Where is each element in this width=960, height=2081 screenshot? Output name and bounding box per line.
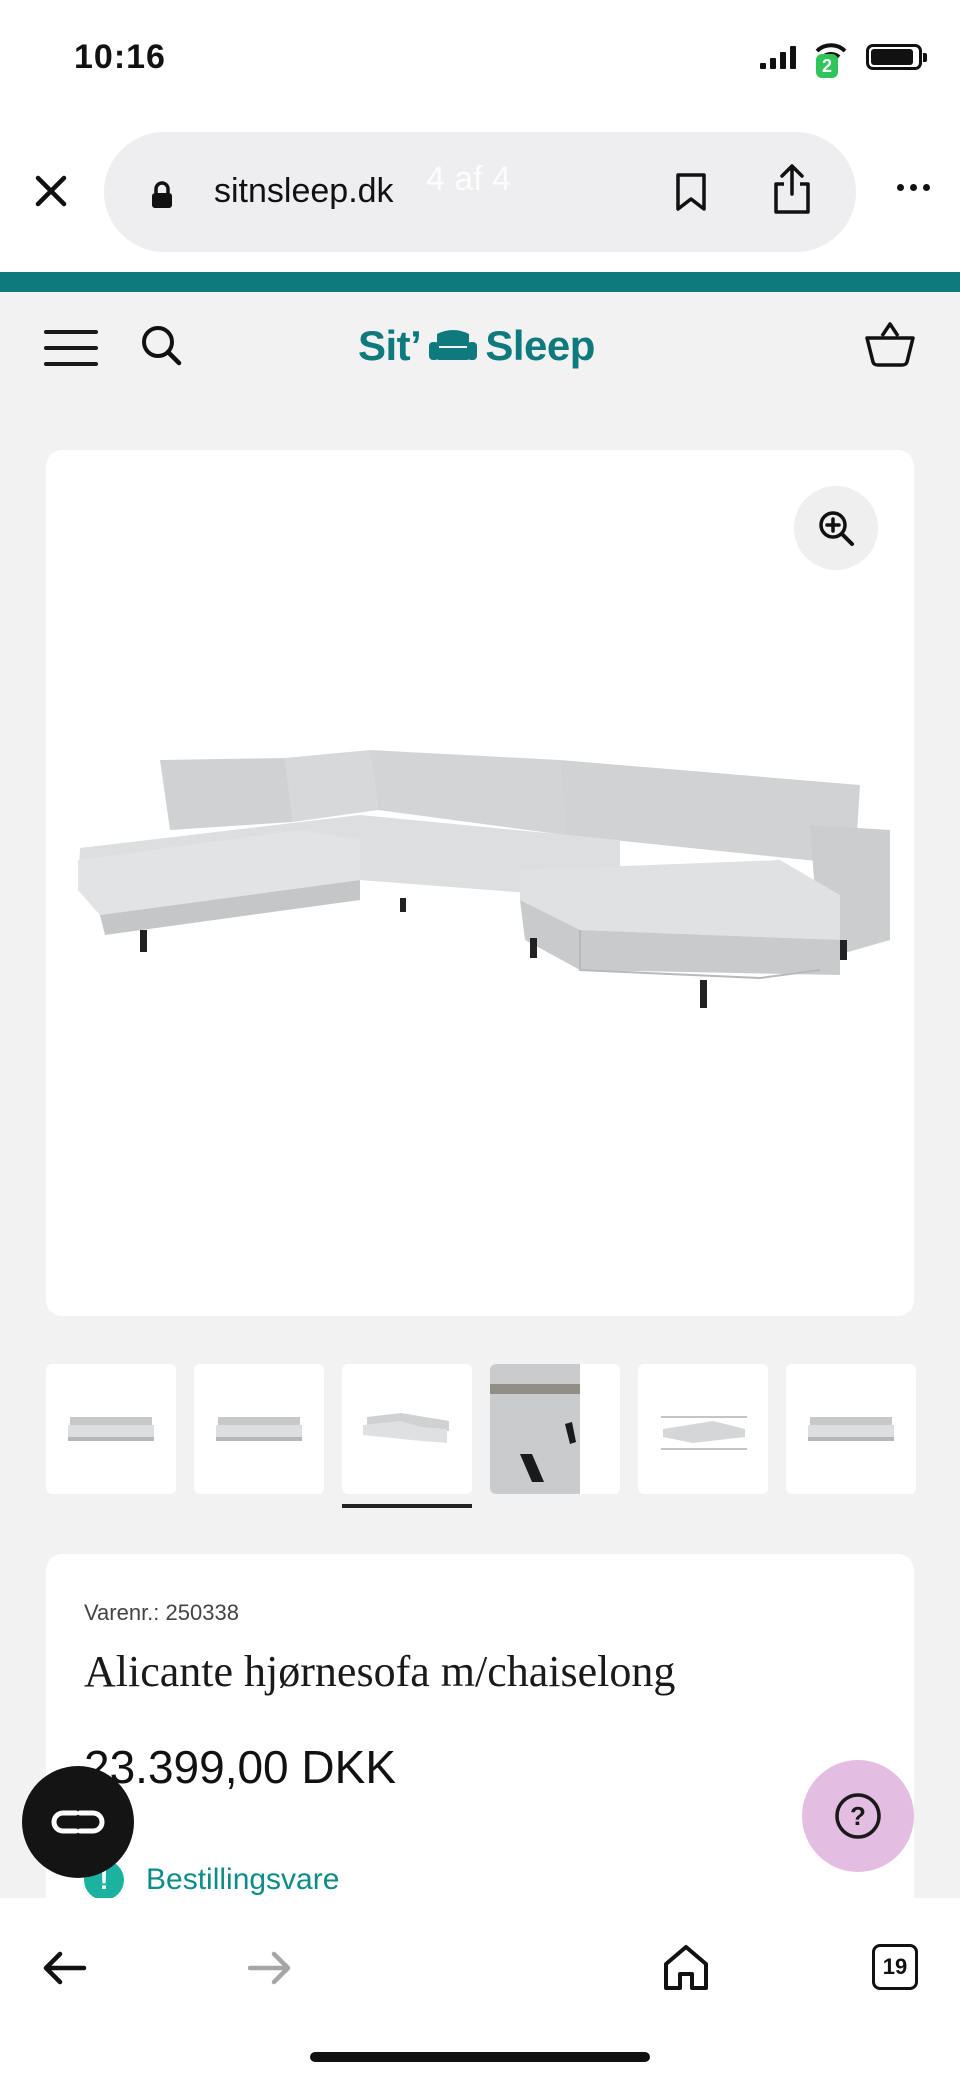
browser-toolbar: sitnsleep.dk 4 af 4 [0,120,960,272]
product-price: 23.399,00 DKK [84,1741,397,1793]
thumbnail-4[interactable] [490,1364,620,1494]
site-logo[interactable]: Sit’ Sleep [358,322,595,370]
wifi-icon: 2 [814,40,848,78]
url-text: sitnsleep.dk [214,172,394,210]
close-icon[interactable] [26,166,76,216]
product-sku: Varenr.: 250338 [84,1600,239,1625]
bookmark-icon[interactable] [674,172,708,217]
status-time: 10:16 [74,38,166,76]
sofa-logo-icon [429,330,478,360]
brand-band [0,272,960,292]
availability-status: ! Bestillingsvare [84,1860,339,1900]
thumbnail-1[interactable] [46,1364,176,1494]
address-bar[interactable]: sitnsleep.dk 4 af 4 [104,132,856,252]
battery-icon [866,44,927,70]
help-icon: ? [835,1793,881,1839]
lock-icon [150,180,174,215]
signal-icon [760,45,796,69]
thumbnail-6[interactable] [786,1364,916,1494]
browser-bottom-toolbar: 19 [0,1898,960,2081]
forward-arrow-icon[interactable] [246,1948,294,1993]
site-header: Sit’ Sleep [0,292,960,402]
status-bar: 10:16 2 [0,0,960,120]
tabs-icon[interactable]: 19 [872,1944,918,1990]
more-icon[interactable] [897,184,930,191]
page-counter: 4 af 4 [426,160,512,198]
thumbnail-strip [46,1364,960,1508]
thumbnail-3-selected[interactable] [342,1364,472,1494]
back-arrow-icon[interactable] [40,1948,88,1993]
status-icons: 2 [760,40,927,78]
basket-icon[interactable] [864,320,916,373]
chat-icon [51,1810,105,1834]
help-button[interactable]: ? [802,1760,914,1872]
notification-badge: 2 [816,54,838,78]
hamburger-icon[interactable] [44,330,98,366]
logo-text-left: Sit’ [358,322,422,369]
selected-thumbnail-indicator [342,1504,472,1508]
thumbnail-5[interactable] [638,1364,768,1494]
logo-text-right: Sleep [485,322,595,369]
zoom-in-icon [819,511,854,546]
search-icon[interactable] [138,322,184,373]
availability-text[interactable]: Bestillingsvare [146,1863,339,1897]
home-indicator [310,2052,650,2062]
home-icon[interactable] [660,1942,712,1999]
share-icon[interactable] [770,162,814,221]
product-image[interactable] [46,450,914,1316]
sofa-image [78,750,890,1008]
thumbnail-2[interactable] [194,1364,324,1494]
help-label: ? [850,1801,866,1831]
chat-button[interactable] [22,1766,134,1878]
zoom-button[interactable] [794,486,878,570]
product-title: Alicante hjørnesofa m/chaiselong [84,1647,676,1696]
